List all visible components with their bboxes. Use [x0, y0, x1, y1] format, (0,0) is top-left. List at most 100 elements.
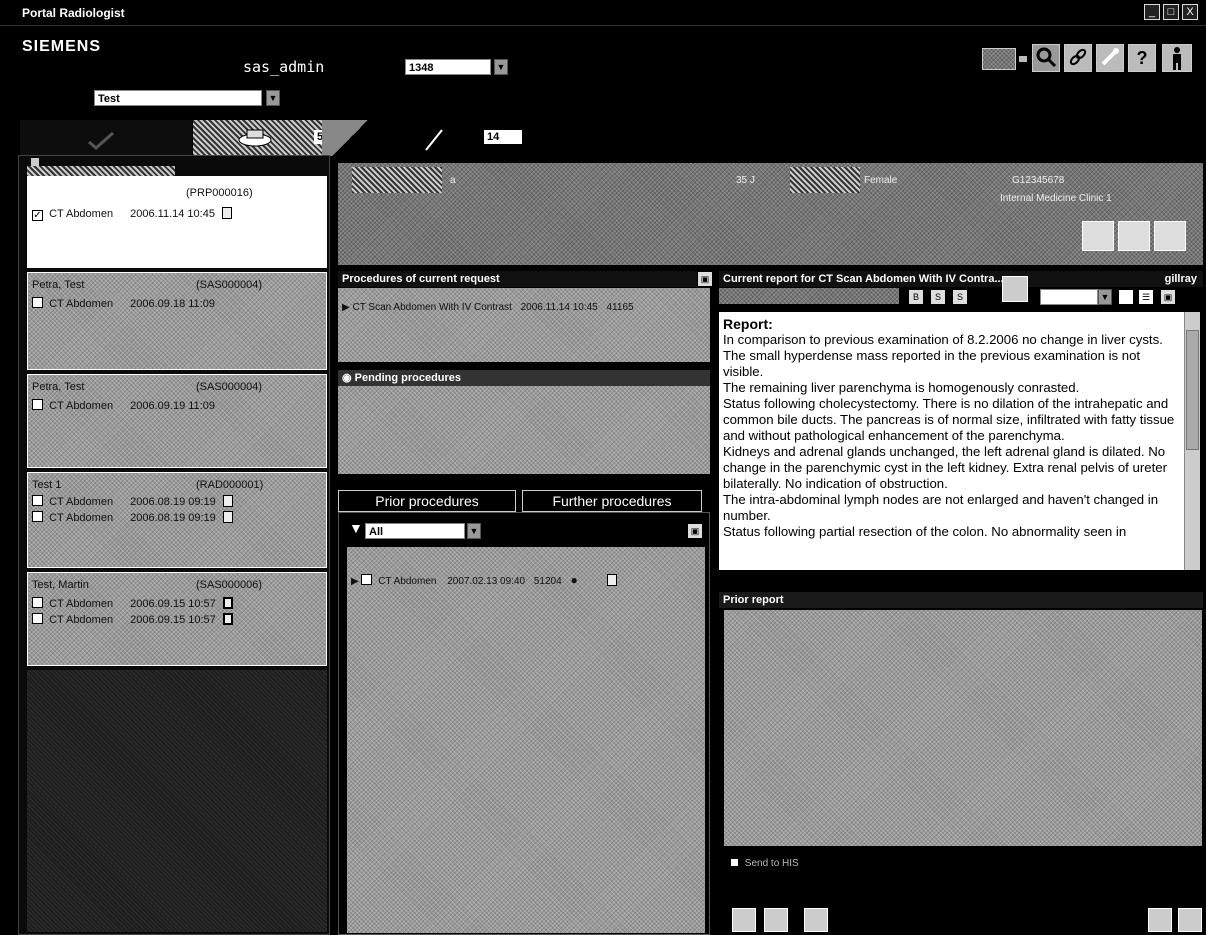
worklist-item[interactable]: CT Abdomen 2006.09.18 11:09 — [32, 297, 215, 310]
doc-icon[interactable] — [222, 511, 233, 523]
close-button[interactable]: X — [1182, 4, 1198, 20]
minimize-button[interactable]: _ — [1144, 4, 1160, 20]
tab-prior-procedures[interactable]: Prior procedures — [338, 490, 516, 512]
bold-button[interactable]: B — [908, 289, 924, 305]
maximize-button[interactable]: □ — [1163, 4, 1179, 20]
checkmark-icon — [88, 131, 114, 150]
sign-pen-icon[interactable] — [1178, 908, 1202, 932]
tab-further-procedures[interactable]: Further procedures — [522, 490, 702, 512]
item-datetime: 2006.09.19 11:09 — [130, 400, 215, 412]
item-datetime: 2006.09.15 10:57 — [130, 598, 216, 610]
procedures-list: ▶ CT Scan Abdomen With IV Contrast 2006.… — [338, 288, 710, 362]
item-checkbox[interactable] — [32, 597, 43, 608]
report-paragraph: In comparison to previous examination of… — [723, 332, 1163, 379]
item-checkbox[interactable]: ✓ — [32, 210, 43, 221]
expand-icon[interactable]: ▣ — [697, 271, 713, 287]
worklist-item[interactable]: CT Abdomen 2006.09.15 10:57 — [32, 597, 233, 610]
scan-icon[interactable] — [1082, 221, 1114, 251]
item-checkbox[interactable] — [32, 511, 43, 522]
search-icon[interactable] — [1032, 44, 1060, 72]
send-to-his-label: Send to HIS — [744, 858, 799, 869]
worklist-card[interactable]: Petra, Test (SAS000004) CT Abdomen 2006.… — [27, 374, 327, 468]
template-select[interactable] — [1040, 289, 1098, 305]
layout-single-icon[interactable] — [1118, 289, 1134, 305]
doc-icon[interactable] — [606, 574, 617, 586]
collapse-handle[interactable] — [31, 158, 39, 166]
report-scrollbar[interactable] — [1184, 312, 1200, 570]
banner-hatch — [352, 167, 442, 193]
item-checkbox[interactable] — [32, 297, 43, 308]
worklist-item[interactable]: CT Abdomen 2006.09.19 11:09 — [32, 399, 215, 412]
send-to-his-option[interactable]: Send to HIS — [730, 858, 799, 869]
worklist-item[interactable]: ✓ CT Abdomen 2006.11.14 10:45 — [32, 207, 233, 221]
doc-icon[interactable] — [222, 207, 233, 219]
wrench-icon[interactable] — [1096, 44, 1124, 72]
patient-name: Petra, Test — [32, 381, 85, 393]
session-dropdown-icon[interactable]: ▼ — [494, 59, 508, 75]
expand-circle-icon: ◉ — [342, 372, 352, 384]
print-icon[interactable] — [1154, 221, 1186, 251]
template-dropdown-icon[interactable]: ▼ — [1098, 289, 1112, 305]
link-icon[interactable] — [1064, 44, 1092, 72]
item-exam: CT Abdomen — [49, 208, 114, 220]
report-paragraph: Kidneys and adrenal glands unchanged, th… — [723, 444, 1167, 491]
flag-icon[interactable] — [764, 908, 788, 932]
pending-header[interactable]: ◉ Pending procedures — [338, 370, 710, 386]
reading-icon — [238, 129, 272, 147]
procedures-title: Procedures of current request — [342, 273, 500, 285]
layout-split-icon[interactable]: ☰ — [1138, 289, 1154, 305]
prior-report-title: Prior report — [723, 594, 784, 606]
tab-reading[interactable] — [193, 120, 323, 156]
monitor-icon[interactable] — [982, 48, 1016, 70]
pen-icon — [425, 129, 443, 151]
worklist-card[interactable]: Test 1 (RAD000001) CT Abdomen 2006.08.19… — [27, 472, 327, 568]
scrollbar-thumb[interactable] — [1186, 330, 1199, 450]
status-dot-icon: ● — [570, 573, 578, 587]
group-dropdown-icon[interactable]: ▼ — [266, 90, 280, 106]
tab-completed[interactable] — [20, 120, 192, 156]
format-button[interactable]: S — [952, 289, 968, 305]
item-checkbox[interactable] — [32, 613, 43, 624]
send-to-his-checkbox[interactable] — [730, 858, 739, 867]
user-name: sas_admin — [243, 58, 325, 76]
person-exit-icon[interactable] — [1162, 44, 1192, 72]
dictate-icon[interactable] — [1002, 276, 1028, 302]
edit-icon[interactable] — [732, 908, 756, 932]
item-datetime: 2006.11.14 10:45 — [130, 208, 215, 220]
help-icon[interactable]: ? — [1128, 44, 1156, 72]
filter-select[interactable]: All — [365, 523, 465, 539]
format-button[interactable]: S — [930, 289, 946, 305]
pause-icon[interactable] — [1148, 908, 1172, 932]
procedure-row[interactable]: ▶ CT Scan Abdomen With IV Contrast 2006.… — [342, 302, 634, 313]
filter-dropdown-icon[interactable]: ▼ — [467, 523, 481, 539]
patient-name: Test 1 — [32, 479, 62, 491]
prior-acc: 51204 — [533, 576, 562, 587]
filter-icon[interactable]: ▼ — [349, 521, 363, 535]
item-exam: CT Abdomen — [49, 598, 114, 610]
doc-stack-icon[interactable] — [222, 597, 233, 609]
item-checkbox[interactable] — [32, 399, 43, 410]
report-paragraph: Status following partial resection of th… — [723, 524, 1127, 539]
item-checkbox[interactable] — [32, 495, 43, 506]
doc-icon[interactable] — [222, 495, 233, 507]
group-select[interactable]: Test — [94, 90, 262, 106]
patient-info-icon[interactable] — [1118, 221, 1150, 251]
report-text[interactable]: Report: In comparison to previous examin… — [719, 312, 1184, 570]
patient-id: (SAS000004) — [196, 279, 263, 291]
worklist-card[interactable]: Petra, Test (SAS000004) CT Abdomen 2006.… — [27, 272, 327, 370]
worklist-item[interactable]: CT Abdomen 2006.08.19 09:19 — [32, 511, 233, 524]
session-select[interactable]: 1348 — [405, 59, 491, 75]
prior-report-header: Prior report — [719, 592, 1203, 608]
expand-icon[interactable]: ▣ — [687, 523, 703, 539]
worklist-card[interactable]: Test, Martin (SAS000006) CT Abdomen 2006… — [27, 572, 327, 666]
flag-alt-icon[interactable] — [804, 908, 828, 932]
worklist-item[interactable]: CT Abdomen 2006.08.19 09:19 — [32, 495, 233, 508]
maximize-report-icon[interactable]: ▣ — [1160, 289, 1176, 305]
worklist-card[interactable]: (PRP000016) ✓ CT Abdomen 2006.11.14 10:4… — [27, 176, 327, 268]
prior-row[interactable]: ▶ CT Abdomen 2007.02.13 09:40 51204 ● — [351, 573, 617, 587]
item-checkbox[interactable] — [361, 574, 373, 585]
item-exam: CT Abdomen — [49, 614, 114, 626]
doc-stack-icon[interactable] — [222, 613, 233, 625]
procedure-exam: CT Scan Abdomen With IV Contrast — [352, 302, 512, 313]
worklist-item[interactable]: CT Abdomen 2006.09.15 10:57 — [32, 613, 233, 626]
